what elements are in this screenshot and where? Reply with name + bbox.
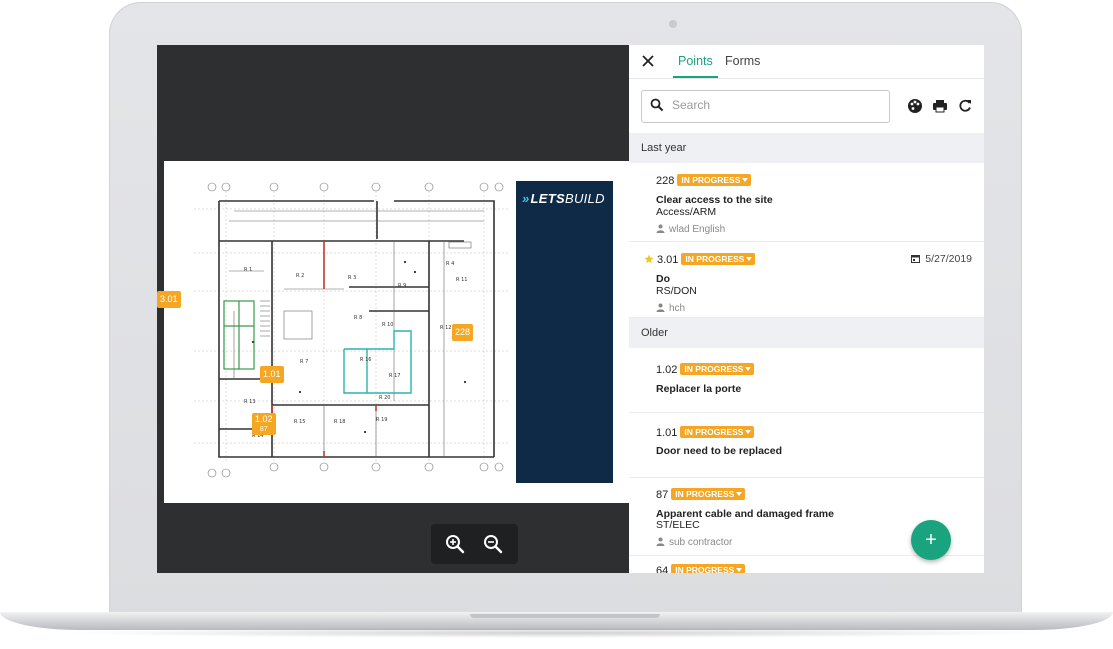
svg-text:R 8: R 8 (354, 315, 362, 321)
caret-down-icon (736, 568, 743, 572)
floor-plan-sheet[interactable]: R 1 R 2 R 3 R 4 R 7 R 8 R 9 R 10 R 11 R 12 R 13… (164, 161, 629, 503)
status-badge[interactable]: IN PROGRESS (677, 174, 752, 186)
zoom-out-icon[interactable] (482, 533, 504, 555)
print-icon[interactable] (932, 98, 948, 114)
points-panel: Points Forms Last year (629, 45, 984, 573)
point-number: 228 (656, 175, 675, 187)
list-item[interactable]: 1.02 IN PROGRESS Replacer la porte (629, 348, 984, 413)
point-number: 64 (656, 565, 669, 573)
list-item[interactable]: 1.01 IN PROGRESS Door need to be replaced (629, 413, 984, 478)
point-subtitle: RS/DON (656, 285, 697, 297)
svg-text:R 15: R 15 (294, 419, 305, 425)
svg-text:R 4: R 4 (446, 261, 454, 267)
palette-icon[interactable] (907, 98, 923, 114)
point-number: 87 (656, 489, 669, 501)
point-title: Replacer la porte (656, 383, 742, 395)
svg-text:R 2: R 2 (296, 273, 304, 279)
app-screen: R 1 R 2 R 3 R 4 R 7 R 8 R 9 R 10 R 11 R 12 R 13… (157, 45, 984, 573)
zoom-in-icon[interactable] (444, 533, 466, 555)
laptop-shadow (60, 628, 1053, 638)
svg-text:R 3: R 3 (348, 275, 356, 281)
user-icon (656, 224, 665, 233)
status-badge[interactable]: IN PROGRESS (680, 363, 755, 375)
point-assignee: sub contractor (669, 537, 733, 548)
add-point-button[interactable]: + (911, 520, 951, 560)
svg-text:R 13: R 13 (244, 399, 255, 405)
camera-dot (669, 20, 677, 28)
caret-down-icon (745, 430, 752, 434)
brand-title-block: »LETSBUILD (516, 181, 613, 483)
point-number: 3.01 (657, 254, 679, 266)
tab-forms[interactable]: Forms (725, 54, 760, 68)
search-icon (650, 98, 664, 112)
zoom-toolbar (431, 524, 518, 564)
status-badge[interactable]: IN PROGRESS (680, 426, 755, 438)
search-input[interactable] (670, 97, 884, 113)
point-title: Door need to be replaced (656, 445, 783, 457)
list-item[interactable]: 3.01 IN PROGRESS 5/27/2019 Do RS/DON hch (629, 242, 984, 318)
search-box[interactable] (641, 90, 890, 123)
svg-text:R 9: R 9 (398, 283, 406, 289)
point-title: Do (656, 273, 670, 285)
caret-down-icon (742, 178, 749, 182)
svg-text:R 11: R 11 (456, 277, 467, 283)
user-icon (656, 537, 665, 546)
status-badge[interactable]: IN PROGRESS (681, 253, 756, 265)
point-assignee: wlad English (669, 224, 726, 235)
panel-tab-bar: Points Forms (629, 45, 984, 79)
plan-pin-1-02[interactable]: 1.02 87 (252, 413, 276, 435)
plan-pin-228[interactable]: 228 (452, 324, 474, 341)
refresh-icon[interactable] (957, 98, 973, 114)
svg-text:R 20: R 20 (379, 395, 390, 401)
svg-text:R 7: R 7 (300, 359, 308, 365)
svg-text:R 12: R 12 (440, 325, 451, 331)
plan-pin-3-01[interactable]: 3.01 (157, 291, 181, 308)
caret-down-icon (746, 257, 753, 261)
point-number: 1.01 (656, 427, 678, 439)
close-icon[interactable] (641, 54, 655, 68)
calendar-icon (911, 255, 921, 263)
point-assignee: hch (669, 303, 686, 314)
letsbuild-logo: »LETSBUILD (522, 191, 605, 206)
list-item[interactable]: 228 IN PROGRESS Clear access to the site … (629, 163, 984, 242)
caret-down-icon (745, 367, 752, 371)
point-subtitle: ST/ELEC (656, 519, 700, 531)
svg-text:R 17: R 17 (389, 373, 400, 379)
group-header-older: Older (629, 318, 984, 348)
svg-text:R 18: R 18 (334, 419, 345, 425)
caret-down-icon (736, 492, 743, 496)
tab-points[interactable]: Points (678, 54, 713, 68)
star-icon[interactable] (644, 254, 654, 264)
laptop-base-notch (470, 614, 660, 618)
point-subtitle: Access/ARM (656, 206, 717, 218)
group-header-last-year: Last year (629, 133, 984, 163)
status-badge[interactable]: IN PROGRESS (671, 488, 746, 500)
user-icon (656, 303, 665, 312)
plan-pin-1-01[interactable]: 1.01 (260, 366, 284, 383)
svg-text:R 10: R 10 (382, 322, 393, 328)
status-badge[interactable]: IN PROGRESS (671, 564, 746, 573)
svg-text:R 16: R 16 (360, 357, 371, 363)
point-title: Clear access to the site (656, 194, 773, 206)
svg-text:R 1: R 1 (244, 267, 252, 273)
plan-viewer[interactable]: R 1 R 2 R 3 R 4 R 7 R 8 R 9 R 10 R 11 R 12 R 13… (157, 45, 629, 573)
due-date: 5/27/2019 (925, 253, 972, 265)
point-number: 1.02 (656, 364, 678, 376)
active-tab-indicator (673, 76, 718, 78)
svg-text:R 19: R 19 (376, 417, 387, 423)
